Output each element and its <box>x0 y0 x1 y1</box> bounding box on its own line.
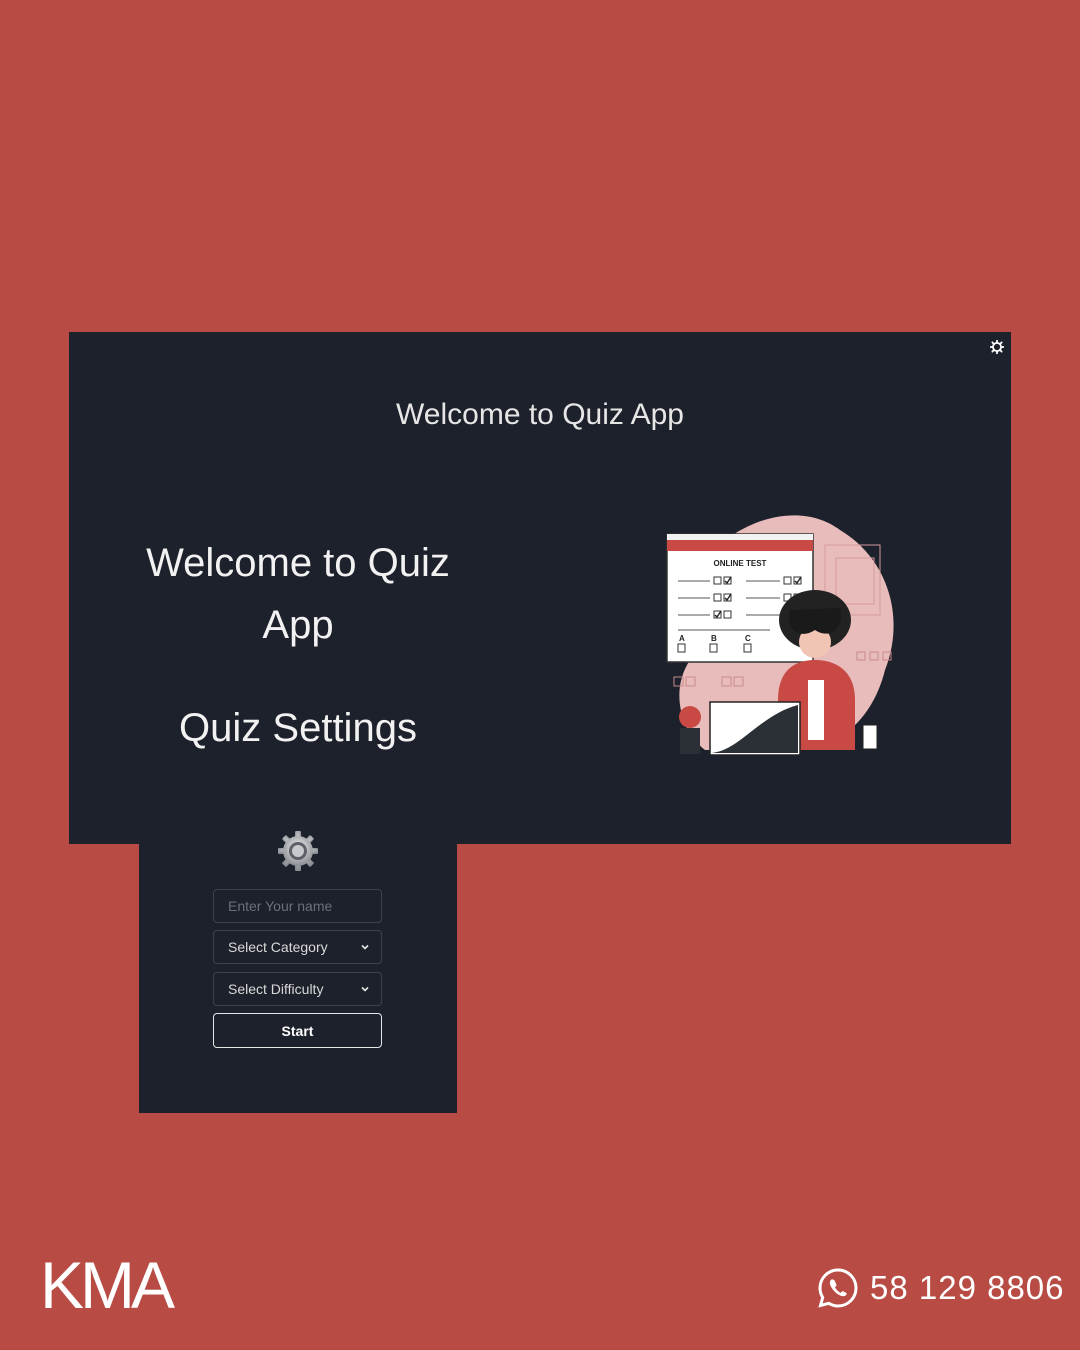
header-title: Welcome to Quiz App <box>396 398 684 431</box>
hero-title: Welcome to Quiz App <box>146 541 450 647</box>
chevron-down-icon <box>361 944 369 950</box>
difficulty-select[interactable]: Select Difficulty <box>213 972 382 1006</box>
chevron-down-icon <box>361 986 369 992</box>
start-button[interactable]: Start <box>213 1013 382 1048</box>
online-test-illustration: ONLINE TEST A B C <box>666 515 894 756</box>
phone-number: 58 129 8806 <box>870 1269 1065 1306</box>
category-select[interactable]: Select Category <box>213 930 382 964</box>
window-title: ONLINE TEST <box>714 559 767 568</box>
gear-icon[interactable] <box>987 338 1007 356</box>
difficulty-select-value: Select Difficulty <box>228 981 324 997</box>
name-input[interactable] <box>213 889 382 923</box>
contact-info: 58 129 8806 <box>816 1264 1065 1312</box>
category-select-value: Select Category <box>228 939 328 955</box>
settings-title: Quiz Settings <box>179 706 417 750</box>
option-label: C <box>745 634 751 643</box>
option-label: A <box>679 634 685 643</box>
option-label: B <box>711 634 717 643</box>
settings-gear-icon <box>276 829 320 873</box>
kma-logo: KMA <box>40 1248 175 1322</box>
whatsapp-icon <box>818 1268 858 1308</box>
